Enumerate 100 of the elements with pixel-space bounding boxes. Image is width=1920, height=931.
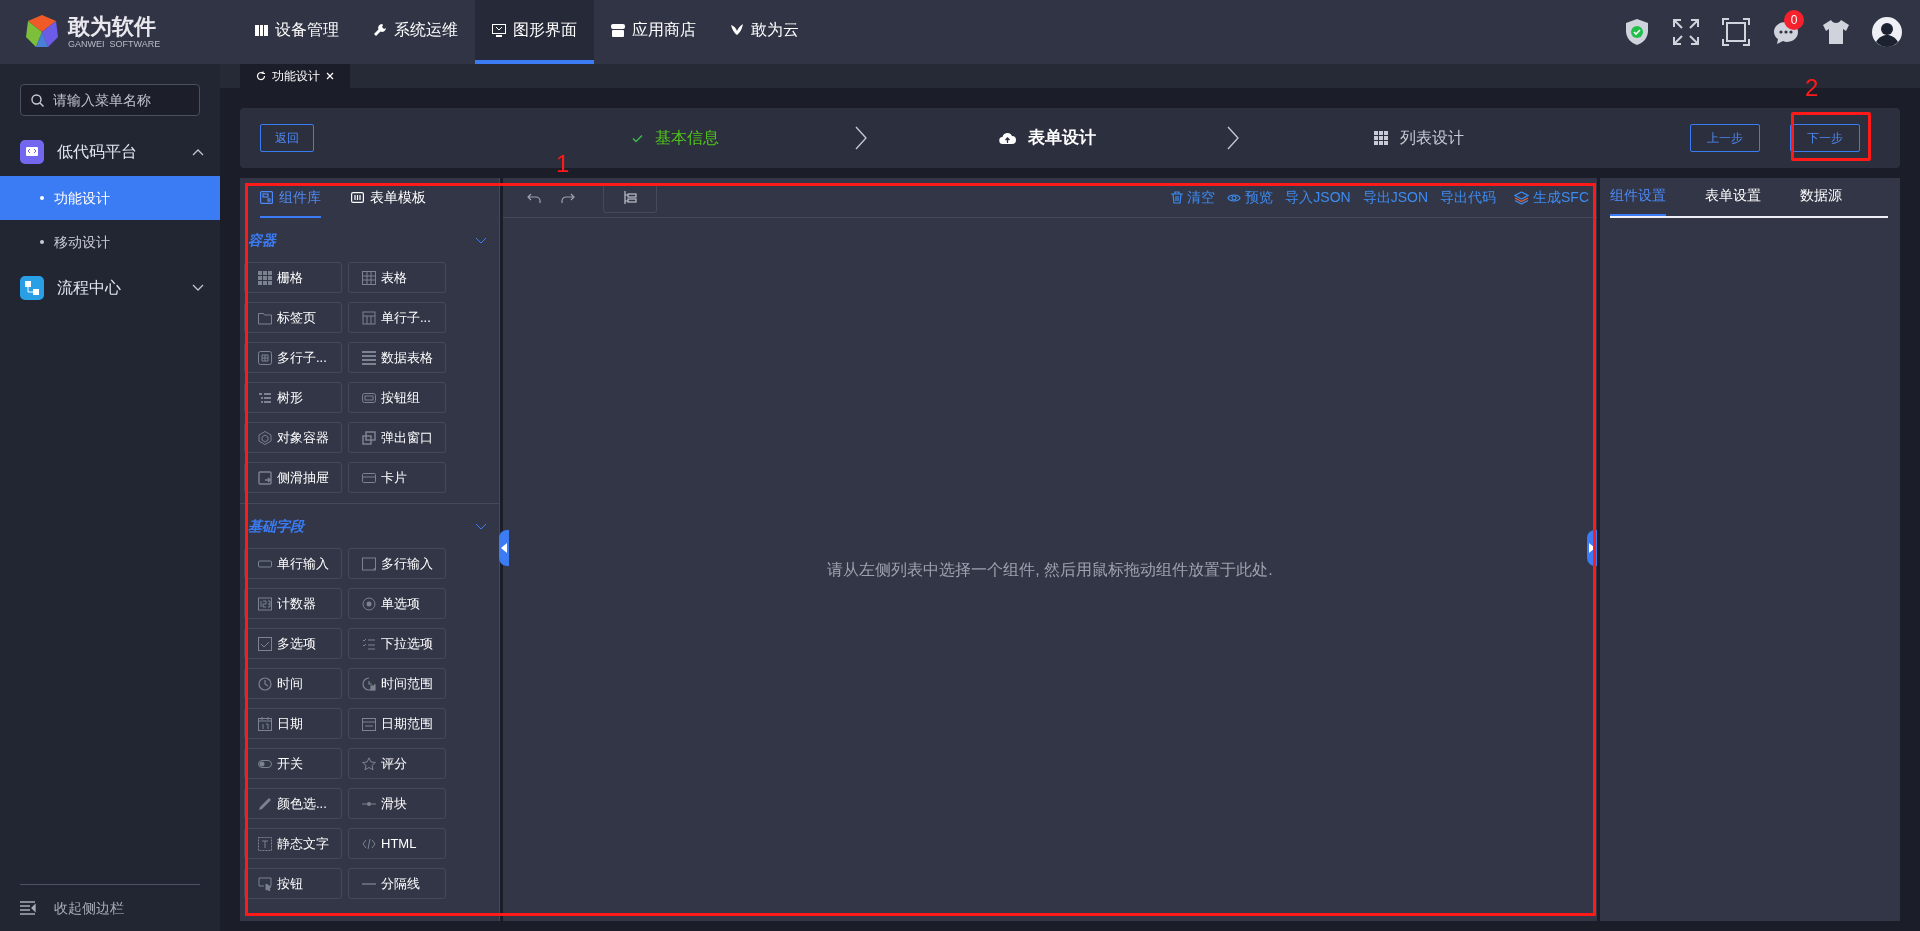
redo-icon[interactable] [561,192,575,203]
chevron-icon [475,236,487,244]
frame-icon[interactable] [1722,18,1750,46]
next-step-button[interactable]: 下一步 [1790,124,1860,152]
empty-hint: 请从左侧列表中选择一个组件, 然后用鼠标拖动组件放置于此处. [827,559,1273,580]
logo-subtitle: GANWEI SOFTWARE [68,39,161,49]
component-item[interactable]: 对象容器 [244,422,342,453]
store-icon [611,23,625,37]
menu-item[interactable]: 功能设计 [0,176,220,220]
component-item[interactable]: 表格 [348,262,446,293]
notification-badge: 0 [1784,10,1804,30]
menu-group[interactable]: 流程中心 [0,264,220,312]
tree-icon [623,191,637,204]
drawer-icon [258,470,272,485]
table-icon [362,350,376,365]
component-item[interactable]: 侧滑抽屉 [244,462,342,493]
nav-tab[interactable]: 系统运维 [356,0,475,64]
toolbar-action[interactable]: 清空 [1171,187,1216,208]
clock-icon [258,676,272,691]
layers-icon [1514,190,1529,205]
component-item[interactable]: 静态文字 [244,828,342,859]
component-item[interactable]: 多行输入 [348,548,446,579]
calendar-icon [258,716,272,731]
component-item[interactable]: 颜色选... [244,788,342,819]
folder-icon [258,310,272,325]
toolbar-action[interactable]: 生成SFC [1514,187,1589,208]
component-item[interactable]: 卡片 [348,462,446,493]
nav-tab[interactable]: 图形界面 [475,0,594,64]
component-item[interactable]: 栅格 [244,262,342,293]
component-icon [260,190,273,204]
nav-tab[interactable]: 设备管理 [238,0,356,64]
component-item[interactable]: 时间范围 [348,668,446,699]
chevron-icon [192,148,204,156]
calendar-icon [362,716,376,731]
settings-tab[interactable]: 组件设置 [1610,176,1666,216]
toolbar-action[interactable]: 导出JSON [1362,187,1428,208]
star-icon [362,756,376,771]
step-item: 列表设计 [1339,126,1499,150]
chevron-icon [475,522,487,530]
shield-icon[interactable] [1624,18,1650,46]
clock-icon [362,676,376,691]
collapse-handle[interactable] [499,530,509,566]
back-button[interactable]: 返回 [260,124,314,152]
toolbar-action[interactable]: 预览 [1227,187,1274,208]
component-item[interactable]: 下拉选项 [348,628,446,659]
collapse-handle[interactable] [1587,530,1597,566]
component-item[interactable]: 计数器 [244,588,342,619]
component-item[interactable]: 单选项 [348,588,446,619]
close-icon[interactable] [326,72,334,80]
component-item[interactable]: 单行输入 [244,548,342,579]
component-item[interactable]: 评分 [348,748,446,779]
component-item[interactable]: 多选项 [244,628,342,659]
component-item[interactable]: 日期范围 [348,708,446,739]
search-field[interactable]: 请输入菜单名称 [20,84,200,116]
tshirt-icon[interactable] [1822,19,1850,45]
menu-item[interactable]: 移动设计 [0,220,220,264]
check-icon [631,133,643,143]
component-item[interactable]: 滑块 [348,788,446,819]
chevron-right-icon [855,126,867,150]
collapse-sidebar-button[interactable]: 收起侧边栏 [0,885,220,931]
component-item[interactable]: 弹出窗口 [348,422,446,453]
collapse-icon [20,901,36,915]
page-tab[interactable]: 功能设计 [240,64,350,88]
nav-tab[interactable]: 应用商店 [594,0,713,64]
flow-icon [20,276,44,300]
monitor-icon [492,23,506,37]
refresh-icon [256,71,266,81]
component-item[interactable]: 分隔线 [348,868,446,899]
menu-group[interactable]: 低代码平台 [0,128,220,176]
nav-tab[interactable]: 敢为云 [713,0,816,64]
component-item[interactable]: 开关 [244,748,342,779]
component-item[interactable]: 标签页 [244,302,342,333]
component-item[interactable]: 单行子... [348,302,446,333]
component-item[interactable]: 日期 [244,708,342,739]
previous-step-button[interactable]: 上一步 [1690,124,1760,152]
component-item[interactable]: 时间 [244,668,342,699]
table-icon [362,270,376,285]
card-icon [362,470,376,485]
component-item[interactable]: HTML [348,828,446,859]
component-item[interactable]: 按钮 [244,868,342,899]
code-window-icon [20,140,44,164]
grid-icon [1374,131,1388,145]
step-item: 表单设计 [967,125,1127,151]
fullscreen-icon[interactable] [1672,18,1700,46]
undo-icon[interactable] [527,192,541,203]
annotation-label: 1 [556,150,570,178]
annotation-label: 2 [1805,74,1819,102]
component-item[interactable]: 多行子... [244,342,342,373]
settings-tab[interactable]: 数据源 [1800,176,1842,216]
palette-tab[interactable]: 组件库 [260,178,321,218]
toolbar-action[interactable]: 导入JSON [1285,187,1351,208]
component-item[interactable]: 按钮组 [348,382,446,413]
component-item[interactable]: 数据表格 [348,342,446,373]
component-item[interactable]: 树形 [244,382,342,413]
settings-tab[interactable]: 表单设置 [1705,176,1761,216]
palette-tab[interactable]: 表单模板 [351,178,426,218]
avatar-icon[interactable] [1872,17,1902,47]
toolbar-action[interactable]: 导出代码 [1440,187,1496,208]
pen-icon [258,796,272,811]
hexagon-icon [258,430,272,445]
